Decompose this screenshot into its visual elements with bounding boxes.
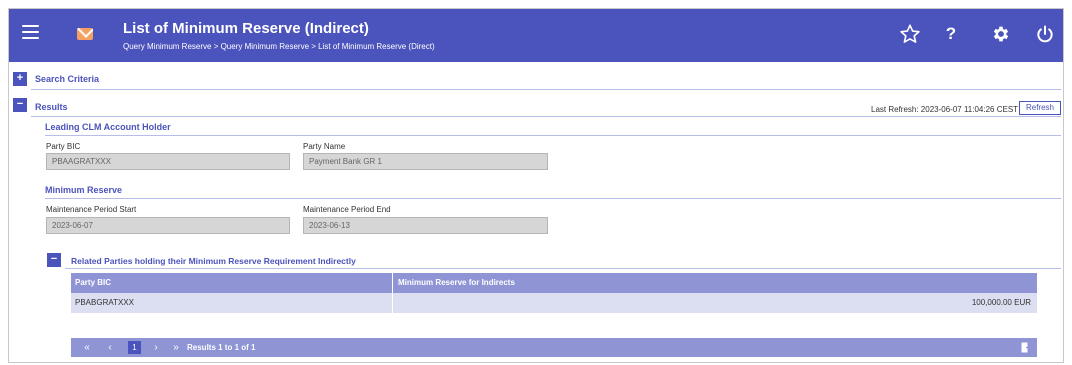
results-label: Results xyxy=(35,102,68,112)
column-header-party-bic[interactable]: Party BIC xyxy=(71,273,393,293)
export-icon[interactable] xyxy=(1021,342,1032,353)
power-icon[interactable] xyxy=(1032,21,1058,47)
divider xyxy=(31,116,1061,117)
search-criteria-label[interactable]: Search Criteria xyxy=(35,74,99,84)
menu-icon[interactable] xyxy=(22,25,39,41)
column-header-min-reserve[interactable]: Minimum Reserve for Indirects xyxy=(394,273,1037,293)
table-header-row: Party BIC Minimum Reserve for Indirects xyxy=(71,273,1037,293)
leading-clm-title: Leading CLM Account Holder xyxy=(45,122,171,132)
related-parties-title: Related Parties holding their Minimum Re… xyxy=(71,256,356,266)
page-title: List of Minimum Reserve (Indirect) xyxy=(123,20,369,37)
collapse-related-parties-button[interactable]: − xyxy=(47,253,61,267)
period-start-field: 2023-06-07 xyxy=(46,217,290,234)
divider xyxy=(65,268,1061,269)
period-start-label: Maintenance Period Start xyxy=(46,205,137,214)
divider xyxy=(45,135,1061,136)
cell-party-bic: PBABGRATXXX xyxy=(71,293,393,313)
divider xyxy=(31,89,1061,90)
collapse-results-button[interactable]: − xyxy=(13,98,27,112)
party-bic-field: PBAAGRATXXX xyxy=(46,153,290,170)
related-parties-table: Party BIC Minimum Reserve for Indirects … xyxy=(71,273,1037,313)
period-end-field: 2023-06-13 xyxy=(303,217,548,234)
party-name-label: Party Name xyxy=(303,142,346,151)
expand-search-criteria-button[interactable]: + xyxy=(13,72,27,86)
breadcrumb: Query Minimum Reserve > Query Minimum Re… xyxy=(123,42,435,51)
party-name-field: Payment Bank GR 1 xyxy=(303,153,548,170)
gear-icon[interactable] xyxy=(988,21,1014,47)
current-page-button[interactable]: 1 xyxy=(128,341,141,354)
favorite-star-icon[interactable] xyxy=(897,21,923,47)
prev-page-button[interactable]: ‹ xyxy=(103,338,117,357)
first-page-button[interactable]: « xyxy=(80,338,94,357)
last-refresh-timestamp: Last Refresh: 2023-06-07 11:04:26 CEST xyxy=(871,105,1019,114)
help-icon[interactable]: ? xyxy=(938,21,964,47)
table-row[interactable]: PBABGRATXXX 100,000.00 EUR xyxy=(71,293,1037,313)
period-end-label: Maintenance Period End xyxy=(303,205,391,214)
app-frame: List of Minimum Reserve (Indirect) Query… xyxy=(8,8,1064,363)
cell-min-reserve: 100,000.00 EUR xyxy=(971,298,1031,307)
next-page-button[interactable]: › xyxy=(149,338,163,357)
divider xyxy=(45,198,1061,199)
pagination-results-text: Results 1 to 1 of 1 xyxy=(187,343,256,352)
last-page-button[interactable]: » xyxy=(169,338,183,357)
refresh-button[interactable]: Refresh xyxy=(1019,101,1061,115)
search-criteria-section: + Search Criteria xyxy=(11,71,1061,87)
minimum-reserve-title: Minimum Reserve xyxy=(45,185,123,195)
pagination-bar: « ‹ 1 › » Results 1 to 1 of 1 xyxy=(71,338,1037,357)
party-bic-label: Party BIC xyxy=(46,142,81,151)
mail-icon[interactable] xyxy=(77,28,93,40)
app-header: List of Minimum Reserve (Indirect) Query… xyxy=(9,9,1063,62)
